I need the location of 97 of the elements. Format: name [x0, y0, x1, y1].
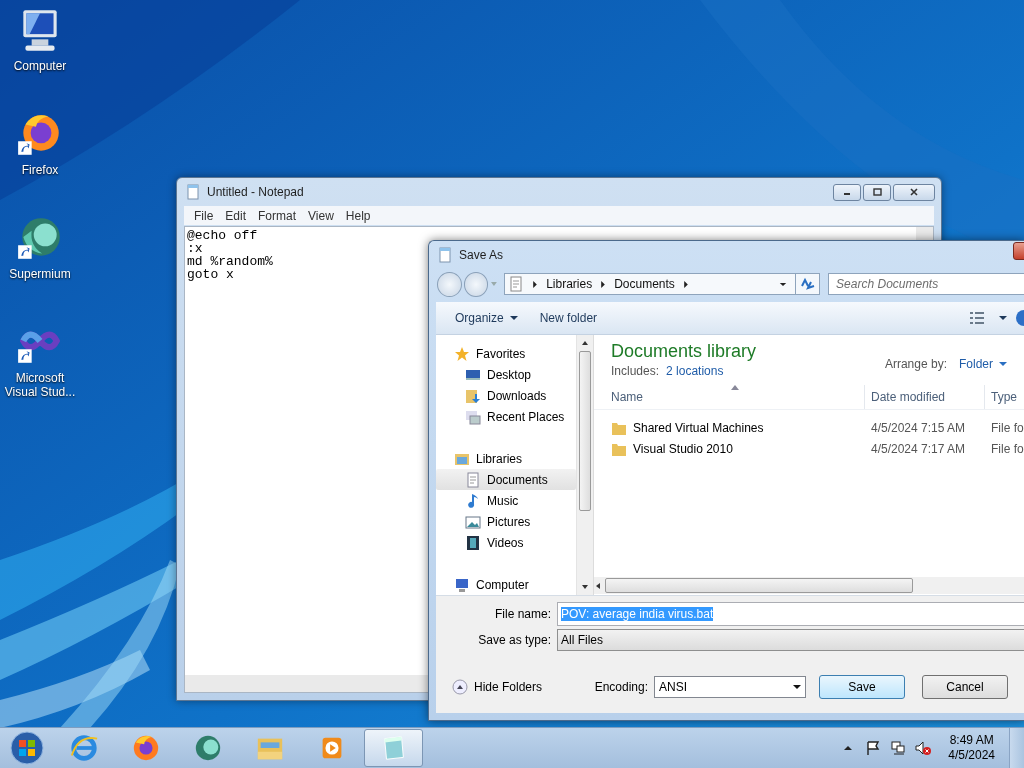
- menu-item[interactable]: Edit: [219, 208, 253, 223]
- nav-item[interactable]: Desktop: [436, 364, 576, 385]
- picture-frame-icon: [465, 513, 481, 530]
- start-button[interactable]: [9, 730, 45, 766]
- star-icon: [454, 345, 470, 362]
- nav-item[interactable]: Libraries: [436, 448, 576, 469]
- nav-item[interactable]: Documents: [436, 469, 576, 490]
- nav-item[interactable]: Favorites: [436, 343, 576, 364]
- music-note-icon: [465, 492, 481, 509]
- clock-date[interactable]: 4/5/2024: [948, 748, 995, 763]
- arrange-dropdown[interactable]: Folder: [959, 357, 1007, 371]
- field-label: File name:: [493, 607, 552, 621]
- flag-icon[interactable]: [865, 740, 882, 756]
- speaker-icon[interactable]: [915, 740, 932, 756]
- address-bar[interactable]: Libraries Documents: [504, 273, 796, 295]
- includes-label: Includes:: [611, 364, 660, 378]
- sort-arrow-icon: [731, 385, 739, 390]
- taskbar-button[interactable]: [364, 729, 423, 767]
- computer-icon: [454, 576, 470, 593]
- scroll-thumb[interactable]: [605, 578, 913, 593]
- collapse-icon: [452, 679, 468, 695]
- code-line: goto x: [187, 268, 234, 281]
- icon-label: Firefox: [20, 163, 60, 177]
- cancel-button[interactable]: Cancel: [922, 675, 1008, 699]
- hide-folders-button[interactable]: Hide Folders: [446, 678, 549, 696]
- chevron-icon[interactable]: [599, 279, 608, 289]
- document-icon: [465, 471, 481, 488]
- caret-icon: [793, 683, 801, 691]
- document-icon: [508, 276, 525, 292]
- field-label: Encoding:: [594, 680, 648, 694]
- window-title: Untitled - Notepad: [207, 185, 304, 199]
- clock-time[interactable]: 8:49 AM: [949, 733, 994, 748]
- menu-item[interactable]: Help: [339, 208, 377, 223]
- code-line: md %random%: [187, 255, 273, 268]
- icon-label: Microsoft Visual Stud...: [3, 371, 77, 399]
- encoding-dropdown[interactable]: ANSI: [654, 676, 806, 698]
- close-icon: [909, 188, 919, 196]
- notepad-icon: [437, 247, 453, 263]
- organize-button[interactable]: Organize: [444, 311, 529, 325]
- nav-item[interactable]: Music: [436, 490, 576, 511]
- downloads-folder-icon: [465, 387, 481, 404]
- breadcrumb-item[interactable]: Libraries: [546, 277, 593, 291]
- icon-label: Computer: [12, 59, 68, 73]
- type-cell-text: File fo: [990, 441, 1024, 456]
- library-title: Documents library: [611, 341, 757, 362]
- file-row[interactable]: Visual Studio 2010 4/5/2024 7:17 AM File fo: [594, 438, 1024, 459]
- code-line: :x: [187, 242, 203, 255]
- menu-item[interactable]: File: [188, 208, 220, 223]
- recent-places-icon: [465, 408, 481, 425]
- column-header[interactable]: Type: [985, 385, 1024, 409]
- file-name: Shared Virtual Machines: [633, 420, 764, 435]
- nav-item[interactable]: Pictures: [436, 511, 576, 532]
- arrange-label: Arrange by:: [884, 357, 947, 371]
- chevron-icon[interactable]: [681, 279, 690, 289]
- chevron-icon[interactable]: [531, 279, 540, 289]
- file-row[interactable]: Shared Virtual Machines 4/5/2024 7:15 AM File fo: [594, 417, 1024, 438]
- network-icon[interactable]: [890, 740, 907, 756]
- nav-item[interactable]: Computer: [436, 574, 576, 595]
- file-name: Visual Studio 2010: [633, 441, 733, 456]
- file-type-dropdown[interactable]: All Files: [557, 629, 1024, 651]
- nav-item[interactable]: Videos: [436, 532, 576, 553]
- refresh-button[interactable]: [794, 273, 821, 295]
- nav-item[interactable]: Downloads: [436, 385, 576, 406]
- field-label: Save as type:: [477, 633, 552, 647]
- column-header[interactable]: Date modified: [865, 385, 985, 409]
- caret-icon: [509, 314, 518, 322]
- scroll-thumb[interactable]: [579, 351, 591, 511]
- maximize-button[interactable]: [863, 183, 891, 201]
- locations-link[interactable]: 2 locations: [666, 364, 724, 378]
- code-line: @echo off: [187, 229, 258, 242]
- nav-item[interactable]: Recent Places: [436, 406, 576, 427]
- date-cell-text: 4/5/2024 7:15 AM: [870, 420, 967, 435]
- maximize-icon: [872, 188, 882, 196]
- down-arrow-icon[interactable]: [581, 583, 589, 591]
- window-title: Save As: [459, 248, 504, 262]
- menu-item[interactable]: Format: [252, 208, 303, 223]
- view-list-icon[interactable]: [969, 310, 985, 326]
- menu-item[interactable]: View: [302, 208, 340, 223]
- notepad-icon: [185, 184, 201, 200]
- minimize-button[interactable]: [833, 183, 861, 201]
- search-field[interactable]: Search Documents: [828, 273, 1024, 295]
- icon-label: Supermium: [8, 267, 72, 281]
- film-icon: [465, 534, 481, 551]
- up-arrow-icon[interactable]: [581, 339, 589, 347]
- left-arrow-icon[interactable]: [594, 581, 602, 590]
- close-button[interactable]: [893, 183, 935, 201]
- new-folder-button[interactable]: New folder: [528, 311, 609, 325]
- caret-icon: [999, 360, 1007, 368]
- e-logo-icon: [68, 733, 99, 763]
- scrollbar[interactable]: [576, 335, 594, 595]
- date-cell-text: 4/5/2024 7:17 AM: [870, 441, 967, 456]
- breadcrumb-item[interactable]: Documents: [614, 277, 675, 291]
- refresh-icon: [799, 276, 816, 292]
- caret-icon[interactable]: [999, 314, 1007, 322]
- save-button[interactable]: Save: [819, 675, 905, 699]
- type-cell-text: File fo: [990, 420, 1024, 435]
- scrollbar[interactable]: [594, 577, 1024, 594]
